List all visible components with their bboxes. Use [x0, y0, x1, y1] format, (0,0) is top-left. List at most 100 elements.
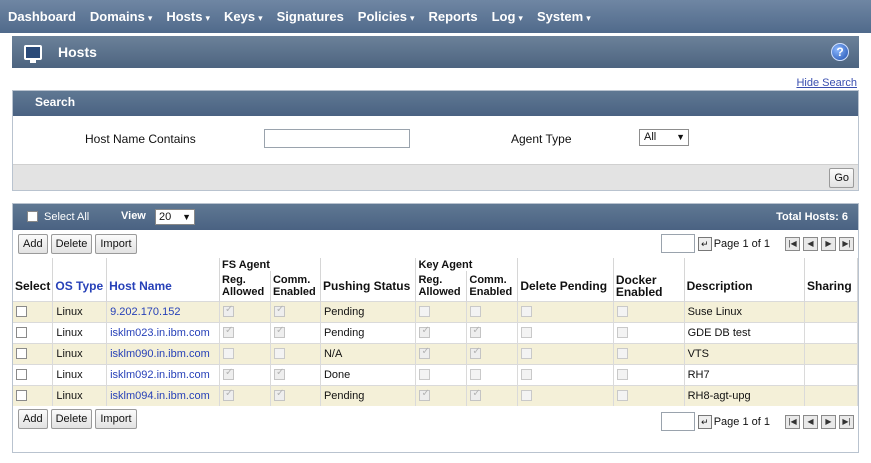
- previous-page-icon[interactable]: ◀: [803, 414, 818, 429]
- row-select-cell: [13, 384, 54, 406]
- key-comm-enabled-cell: [466, 300, 519, 322]
- col-fs-reg-allowed: Reg. Allowed: [219, 271, 271, 301]
- nav-item-policies[interactable]: Policies ▾: [358, 9, 415, 24]
- nav-item-keys[interactable]: Keys ▾: [224, 9, 263, 24]
- nav-item-label: Log: [491, 9, 516, 24]
- docker-enabled-checkbox: [616, 369, 628, 381]
- view-value: 20: [159, 211, 172, 223]
- add-button[interactable]: Add: [18, 234, 48, 254]
- col-os-type[interactable]: OS Type: [52, 271, 108, 301]
- row-select-checkbox[interactable]: [16, 348, 27, 360]
- last-page-icon[interactable]: ▶|: [839, 414, 854, 429]
- delete-pending-checkbox: [521, 348, 533, 360]
- nav-item-reports[interactable]: Reports: [428, 9, 477, 24]
- fs-comm-enabled-cell: [270, 300, 321, 322]
- delete-pending-cell: [517, 342, 614, 364]
- chevron-down-icon: ▾: [409, 13, 415, 23]
- agent-type-select[interactable]: All ▼: [639, 129, 689, 146]
- nav-item-domains[interactable]: Domains ▾: [90, 9, 152, 24]
- page-number-input[interactable]: [660, 234, 695, 253]
- view-select[interactable]: 20 ▼: [155, 209, 195, 225]
- key-reg-allowed-cell: [415, 363, 468, 385]
- host-name-label: Host Name Contains: [85, 132, 196, 146]
- key-comm-enabled-cell: [466, 384, 519, 406]
- help-icon[interactable]: ?: [831, 43, 849, 61]
- first-page-icon[interactable]: |◀: [785, 236, 800, 251]
- host-name-input[interactable]: [264, 129, 410, 148]
- col-select: Select: [13, 271, 54, 301]
- last-page-icon[interactable]: ▶|: [839, 236, 854, 251]
- description-cell: RH7: [684, 363, 806, 385]
- nav-item-log[interactable]: Log ▾: [492, 9, 523, 24]
- go-to-page-icon[interactable]: ↵: [697, 414, 712, 429]
- pushing-status-cell: Done: [320, 363, 417, 385]
- pushing-status-cell: Pending: [320, 321, 417, 343]
- total-hosts: Total Hosts: 6: [776, 211, 848, 223]
- page-number-input[interactable]: [660, 412, 695, 431]
- previous-page-icon[interactable]: ◀: [803, 236, 818, 251]
- search-panel: Search Host Name Contains Agent Type All…: [12, 90, 859, 191]
- key-reg-allowed-cell: [415, 384, 468, 406]
- fs-comm-enabled-checkbox: [273, 325, 285, 339]
- key-reg-allowed-cell: [415, 342, 468, 364]
- fs-reg-allowed-checkbox: [223, 325, 235, 339]
- pager-top: ↵ Page 1 of 1 |◀ ◀ ▶ ▶|: [660, 234, 854, 253]
- next-page-icon[interactable]: ▶: [821, 414, 836, 429]
- nav-item-system[interactable]: System ▾: [537, 9, 591, 24]
- key-comm-enabled-cell: [466, 342, 519, 364]
- docker-enabled-checkbox: [616, 390, 628, 402]
- chevron-down-icon: ▼: [182, 212, 191, 222]
- go-to-page-icon[interactable]: ↵: [697, 236, 712, 251]
- sharing-cell: [804, 300, 858, 322]
- import-button[interactable]: Import: [95, 409, 137, 429]
- nav-item-label: Keys: [224, 9, 256, 24]
- col-key-comm-enabled: Comm. Enabled: [466, 271, 519, 301]
- col-host-name[interactable]: Host Name: [106, 271, 221, 301]
- search-panel-title: Search: [13, 91, 858, 116]
- fs-comm-enabled-cell: [270, 321, 321, 343]
- select-all-checkbox[interactable]: [27, 211, 38, 222]
- host-name-link[interactable]: 9.202.170.152: [106, 300, 221, 322]
- fs-comm-enabled-checkbox: [273, 304, 285, 318]
- host-name-link[interactable]: isklm023.in.ibm.com: [106, 321, 221, 343]
- table-row: Linuxisklm092.in.ibm.com Done RH7: [13, 363, 858, 385]
- row-select-checkbox[interactable]: [16, 327, 27, 339]
- key-comm-enabled-checkbox: [470, 346, 482, 360]
- host-name-link[interactable]: isklm094.in.ibm.com: [106, 384, 221, 406]
- delete-button[interactable]: Delete: [50, 409, 93, 429]
- hide-search-link[interactable]: Hide Search: [796, 77, 857, 89]
- import-button[interactable]: Import: [95, 234, 137, 254]
- row-select-cell: [13, 300, 54, 322]
- row-select-checkbox[interactable]: [16, 369, 27, 381]
- row-select-checkbox[interactable]: [16, 306, 27, 318]
- host-name-link[interactable]: isklm090.in.ibm.com: [106, 342, 221, 364]
- page-indicator: Page 1 of 1: [713, 237, 770, 250]
- row-select-checkbox[interactable]: [16, 390, 27, 402]
- sharing-cell: [804, 363, 858, 385]
- docker-enabled-cell: [613, 384, 685, 406]
- top-navigation: Dashboard Domains ▾ Hosts ▾ Keys ▾ Signatures Po…: [0, 0, 871, 33]
- sharing-cell: [804, 384, 858, 406]
- next-page-icon[interactable]: ▶: [821, 236, 836, 251]
- hosts-toolbar: Select All View 20 ▼ Total Hosts: 6: [13, 204, 858, 230]
- row-select-cell: [13, 342, 54, 364]
- col-delete-pending: Delete Pending: [517, 271, 614, 301]
- monitor-icon: [24, 44, 42, 63]
- key-comm-enabled-checkbox: [470, 369, 482, 381]
- nav-item-signatures[interactable]: Signatures: [277, 9, 344, 24]
- nav-item-hosts[interactable]: Hosts ▾: [166, 9, 210, 24]
- delete-pending-cell: [517, 363, 614, 385]
- row-select-cell: [13, 363, 54, 385]
- host-name-link[interactable]: isklm092.in.ibm.com: [106, 363, 221, 385]
- row-select-cell: [13, 321, 54, 343]
- col-fs-comm-enabled: Comm. Enabled: [270, 271, 321, 301]
- add-button[interactable]: Add: [18, 409, 48, 429]
- fs-reg-allowed-cell: [219, 363, 271, 385]
- os-type-cell: Linux: [52, 384, 108, 406]
- go-button[interactable]: Go: [829, 168, 854, 188]
- first-page-icon[interactable]: |◀: [785, 414, 800, 429]
- nav-item-dashboard[interactable]: Dashboard: [8, 9, 76, 24]
- key-agent-group-header: Key Agent: [415, 258, 519, 271]
- delete-button[interactable]: Delete: [50, 234, 93, 254]
- hosts-table: FS Agent Key Agent Select OS Type Host N…: [13, 258, 858, 406]
